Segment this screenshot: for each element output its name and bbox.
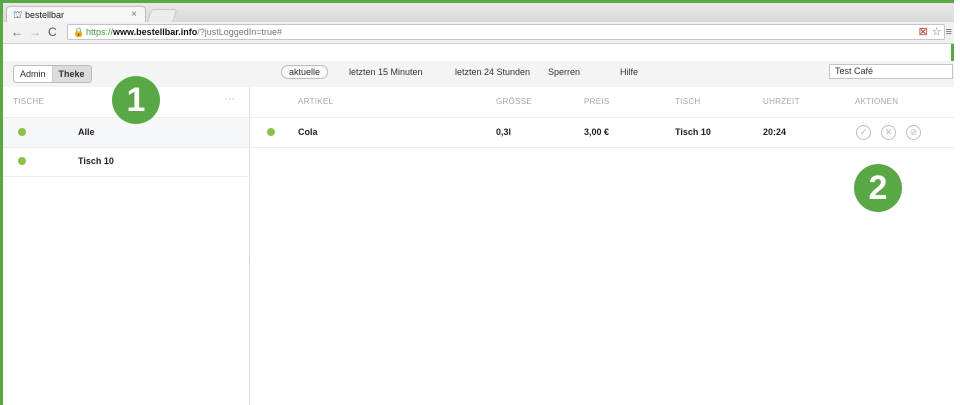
lock-button[interactable]: Sperren — [548, 67, 580, 77]
forward-icon[interactable]: → — [29, 25, 41, 39]
tables-menu-icon[interactable]: ··· — [224, 93, 235, 105]
column-header-groesse: GRÖSSE — [496, 97, 533, 106]
status-dot-icon — [18, 128, 26, 136]
table-item-label: Tisch 10 — [78, 156, 114, 166]
bookmark-star-icon[interactable]: ☆ — [932, 26, 942, 38]
cafe-select[interactable]: Test Café — [829, 64, 953, 79]
back-icon[interactable]: ← — [11, 25, 23, 39]
order-row: Cola 0,3l 3,00 € Tisch 10 20:24 ✓ ✕ ⊘ — [250, 117, 954, 148]
status-dot-icon — [18, 157, 26, 165]
reload-icon[interactable]: C — [48, 25, 57, 39]
address-bar[interactable]: 🔒 https://www.bestellbar.info/?justLogge… — [67, 24, 945, 40]
mode-theke-button[interactable]: Theke — [52, 66, 91, 82]
confirm-order-icon[interactable]: ✓ — [856, 125, 871, 140]
tables-header: TISCHE — [13, 97, 45, 106]
browser-extensions: ⊠ ☆ ≡ — [914, 25, 952, 38]
order-time: 20:24 — [763, 127, 787, 137]
column-header-artikel: ARTIKEL — [298, 97, 334, 106]
filter-24h-button[interactable]: letzten 24 Stunden — [455, 67, 530, 77]
filter-current-button[interactable]: aktuelle — [281, 65, 329, 79]
status-dot-icon — [267, 128, 275, 136]
callout-marker-2: 2 — [854, 164, 902, 212]
table-item-tisch-10[interactable]: Tisch 10 — [3, 147, 249, 177]
browser-menu-icon[interactable]: ≡ — [946, 26, 952, 38]
callout-marker-1: 1 — [112, 76, 160, 124]
browser-tab[interactable]: ⛫ bestellbar × — [6, 6, 146, 23]
extension-icon[interactable]: ⊠ — [918, 26, 927, 38]
browser-navbar: ← → C 🔒 https://www.bestellbar.info/?jus… — [3, 22, 954, 44]
column-header-uhrzeit: UHRZEIT — [763, 97, 800, 106]
tab-title: bestellbar — [25, 10, 65, 20]
order-size: 0,3l — [496, 127, 512, 137]
help-button[interactable]: Hilfe — [620, 67, 638, 77]
lock-icon: 🔒 — [73, 27, 85, 37]
mode-switch: Admin Theke — [13, 65, 92, 83]
block-order-icon[interactable]: ⊘ — [906, 125, 921, 140]
filter-15min-button[interactable]: letzten 15 Minuten — [349, 67, 423, 77]
column-header-tisch: TISCH — [675, 97, 701, 106]
column-header-preis: PREIS — [584, 97, 610, 106]
tables-panel: TISCHE ··· Alle Tisch 10 — [3, 87, 250, 405]
order-item: Cola — [298, 127, 318, 137]
url-text: https://www.bestellbar.info/?justLoggedI… — [86, 27, 283, 37]
mode-admin-button[interactable]: Admin — [14, 66, 53, 82]
browser-tab-strip: ⛫ bestellbar × — [3, 3, 954, 24]
column-header-aktionen: AKTIONEN — [855, 97, 899, 106]
cancel-order-icon[interactable]: ✕ — [881, 125, 896, 140]
order-table: Tisch 10 — [675, 127, 711, 137]
table-item-label: Alle — [78, 127, 95, 137]
tab-close-icon[interactable]: × — [131, 9, 137, 20]
order-price: 3,00 € — [584, 127, 610, 137]
orders-panel: ARTIKEL GRÖSSE PREIS TISCH UHRZEIT AKTIO… — [250, 87, 954, 405]
